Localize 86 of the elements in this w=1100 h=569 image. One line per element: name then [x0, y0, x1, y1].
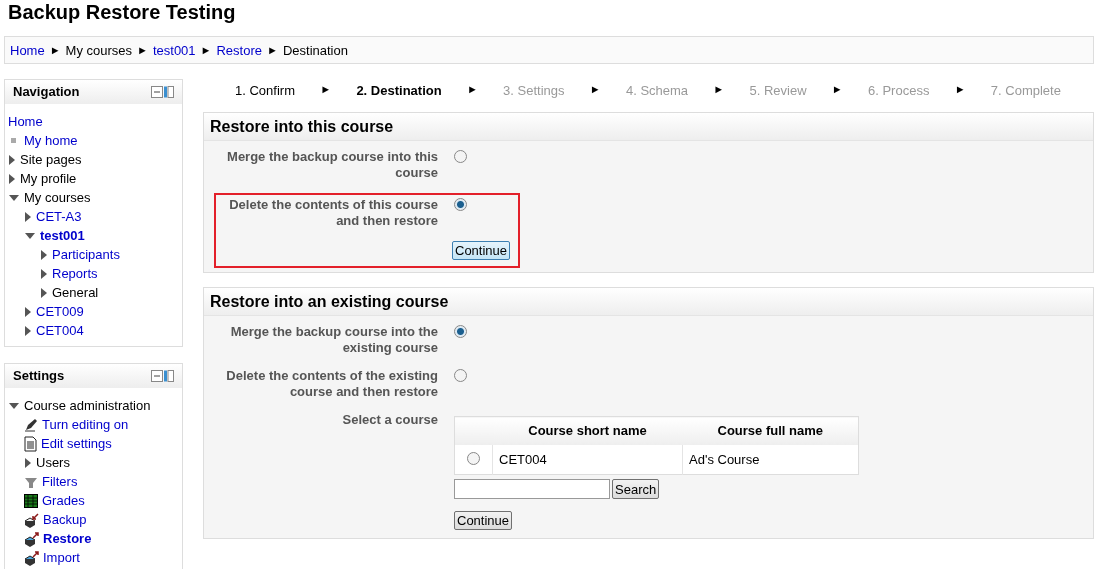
nav-link[interactable]: Turn editing on: [42, 417, 129, 432]
table-cell: CET004: [492, 444, 683, 475]
option-label: Merge the backup course into this course: [226, 149, 438, 181]
wizard-step: 4. Schema: [625, 83, 689, 98]
spreadsheet-icon: [24, 493, 38, 508]
pencil-icon: [24, 417, 38, 432]
nav-item[interactable]: My profile: [20, 171, 77, 186]
collapsed-arrow-icon[interactable]: [40, 248, 48, 261]
table-cell: Ad's Course: [682, 444, 859, 475]
box-arrow-in-icon: [24, 511, 39, 528]
nav-link[interactable]: CET004: [36, 323, 84, 338]
breadcrumb-item: My courses: [65, 42, 133, 58]
step-separator: ►: [713, 83, 725, 95]
nav-item[interactable]: My courses: [24, 190, 91, 205]
nav-link[interactable]: Reports: [52, 266, 98, 281]
expanded-arrow-icon[interactable]: [8, 401, 20, 410]
wizard-step: 7. Complete: [990, 83, 1061, 98]
column-header: Course short name: [492, 416, 683, 445]
collapsed-arrow-icon[interactable]: [40, 267, 48, 280]
step-separator: ►: [831, 83, 843, 95]
breadcrumb-separator: ►: [49, 44, 61, 56]
column-header: Course full name: [682, 416, 859, 445]
wizard-step: 6. Process: [868, 83, 930, 98]
nav-item[interactable]: Site pages: [20, 152, 82, 167]
block-title: Navigation: [13, 84, 80, 99]
breadcrumb-separator: ►: [200, 44, 212, 56]
option-label: Delete the contents of the existing course and then restore: [225, 368, 438, 400]
radio-button[interactable]: [454, 150, 467, 163]
box-arrow-out-icon: [24, 549, 39, 566]
continue-button[interactable]: Continue: [454, 511, 513, 530]
continue-button[interactable]: Continue: [452, 241, 511, 260]
step-separator: ►: [466, 83, 478, 95]
collapsed-arrow-icon[interactable]: [40, 286, 48, 299]
radio-button[interactable]: [454, 325, 467, 338]
collapsed-arrow-icon[interactable]: [24, 210, 32, 223]
block-title: Settings: [13, 368, 65, 383]
step-separator: ►: [954, 83, 966, 95]
nav-link[interactable]: My home: [24, 133, 78, 148]
radio-button[interactable]: [467, 451, 480, 465]
breadcrumb-separator: ►: [267, 44, 278, 56]
expanded-arrow-icon[interactable]: [8, 193, 20, 202]
breadcrumb-link[interactable]: Restore: [216, 42, 262, 58]
nav-link[interactable]: Import: [43, 550, 80, 565]
nav-link[interactable]: Filters: [42, 474, 78, 489]
search-button[interactable]: Search: [612, 479, 660, 499]
collapsed-arrow-icon[interactable]: [8, 153, 16, 166]
document-icon: [24, 435, 37, 452]
nav-link[interactable]: test001: [40, 228, 85, 243]
nav-link[interactable]: Backup: [43, 512, 87, 527]
nav-link[interactable]: Grades: [42, 493, 85, 508]
box-arrow-out-icon: [24, 530, 39, 547]
section-title: Restore into this course: [204, 113, 1093, 141]
nav-link[interactable]: CET009: [36, 304, 84, 319]
field-label: Select a course: [341, 412, 438, 429]
breadcrumb-link[interactable]: test001: [152, 42, 196, 58]
wizard-step: 1. Confirm: [235, 83, 295, 98]
nav-link[interactable]: Edit settings: [41, 436, 112, 451]
collapsed-arrow-icon[interactable]: [24, 324, 32, 337]
collapsed-arrow-icon[interactable]: [24, 456, 32, 469]
wizard-step: 3. Settings: [503, 83, 565, 98]
nav-item[interactable]: Course administration: [24, 398, 151, 413]
search-field[interactable]: [454, 479, 610, 499]
wizard-step: 2. Destination: [356, 83, 442, 98]
nav-link[interactable]: CET-A3: [36, 209, 82, 224]
collapsed-arrow-icon[interactable]: [8, 172, 16, 185]
page-title: Backup Restore Testing: [7, 0, 236, 25]
collapsed-arrow-icon[interactable]: [24, 305, 32, 318]
option-label: Delete the contents of this course and then restore: [228, 197, 438, 229]
option-label: Merge the backup course into the existing course: [229, 324, 438, 356]
breadcrumb-item: Destination: [282, 42, 348, 58]
nav-item[interactable]: Users: [36, 455, 70, 470]
dock-toggle-icon[interactable]: [151, 369, 174, 382]
radio-button[interactable]: [454, 369, 467, 382]
radio-button[interactable]: [454, 198, 467, 211]
nav-link[interactable]: Participants: [52, 247, 120, 262]
step-separator: ►: [320, 83, 332, 95]
nav-item[interactable]: General: [52, 285, 99, 300]
nav-link[interactable]: Restore: [43, 531, 92, 546]
expanded-arrow-icon[interactable]: [24, 231, 36, 240]
breadcrumb-link[interactable]: Home: [10, 42, 45, 58]
dock-toggle-icon[interactable]: [151, 85, 174, 98]
section-title: Restore into an existing course: [204, 288, 1093, 316]
wizard-step: 5. Review: [749, 83, 807, 98]
breadcrumb-separator: ►: [137, 44, 148, 56]
step-separator: ►: [589, 83, 601, 95]
nav-link[interactable]: Home: [8, 114, 43, 129]
